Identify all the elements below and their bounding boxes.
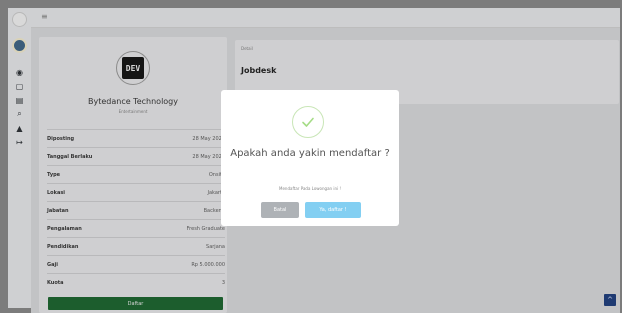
info-row-diposting: Diposting 28 May 2022 (47, 129, 225, 147)
row-label: Lokasi (47, 189, 66, 196)
row-label: Type (47, 171, 61, 178)
search-icon[interactable]: ⌕ (8, 108, 31, 120)
document-icon[interactable]: ▤ (8, 94, 31, 106)
info-row-gaji: Gaji Rp 5.000.000 (47, 255, 225, 273)
info-row-type: Type Onsite (47, 165, 225, 183)
company-name: Bytedance Technology (87, 97, 178, 106)
avatar[interactable] (12, 38, 27, 53)
dialog-title: Apakah anda yakin mendaftar ? (230, 148, 390, 159)
row-label: Diposting (47, 135, 75, 142)
row-label: Tanggal Berlaku (47, 153, 93, 160)
row-label: Pengalaman (47, 225, 82, 232)
sidebar: ◉ ▢ ▤ ⌕ ▲ ↦ (8, 8, 31, 308)
chat-icon[interactable]: ▢ (8, 80, 31, 92)
row-value: Sarjana (206, 243, 225, 250)
company-logo-text: DEV (122, 57, 144, 79)
scroll-to-top-button[interactable]: ^ (604, 294, 616, 306)
top-navbar: ≡ (31, 8, 620, 28)
info-row-tanggal-berlaku: Tanggal Berlaku 28 May 2022 (47, 147, 225, 165)
cancel-button[interactable]: Batal (261, 202, 299, 218)
row-value: Rp 5.000.000 (191, 261, 225, 268)
company-logo: DEV (116, 51, 150, 85)
app-logo[interactable] (12, 12, 27, 27)
row-label: Pendidikan (47, 243, 79, 250)
info-row-lokasi: Lokasi Jakarta (47, 183, 225, 201)
job-summary-card: DEV Bytedance Technology Entertainment D… (39, 37, 227, 313)
hamburger-icon[interactable]: ≡ (41, 12, 48, 21)
company-category: Entertainment (118, 109, 148, 114)
dashboard-icon[interactable]: ◉ (8, 66, 31, 78)
apply-button[interactable]: Daftar (48, 297, 223, 310)
row-label: Kuota (47, 279, 64, 286)
info-row-pendidikan: Pendidikan Sarjana (47, 237, 225, 255)
info-row-pengalaman: Pengalaman Fresh Graduate (47, 219, 225, 237)
row-label: Jabatan (47, 207, 69, 214)
confirm-button[interactable]: Ya, daftar ! (305, 202, 361, 218)
lock-icon[interactable]: ▲ (8, 122, 31, 134)
info-row-kuota: Kuota 3 (47, 273, 225, 291)
info-row-jabatan: Jabatan Backend (47, 201, 225, 219)
detail-label: Detail (241, 46, 253, 51)
dialog-text: Mendaftar Pada Lowongan ini ! (279, 186, 341, 191)
logout-icon[interactable]: ↦ (8, 136, 31, 148)
row-label: Gaji (47, 261, 58, 268)
row-value: 3 (221, 279, 225, 286)
confirm-dialog: Apakah anda yakin mendaftar ? Mendaftar … (221, 90, 399, 226)
jobdesk-heading: Jobdesk (241, 66, 277, 75)
success-check-icon (292, 106, 324, 138)
row-value: Fresh Graduate (186, 225, 225, 232)
